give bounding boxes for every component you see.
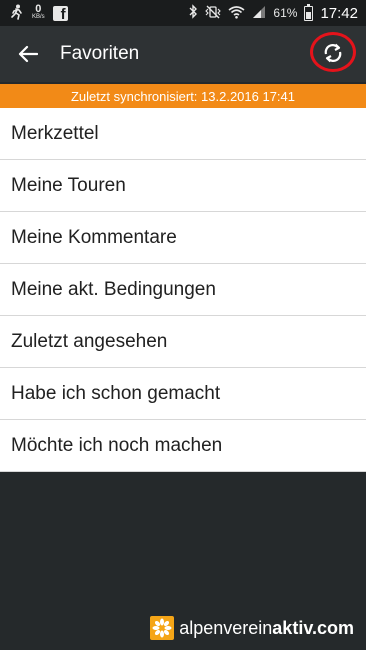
list-item-label: Habe ich schon gemacht — [11, 382, 221, 404]
network-speed: 0 KB/s — [32, 3, 45, 21]
list-item-meine-akt-bedingungen[interactable]: Meine akt. Bedingungen — [0, 264, 366, 316]
list-item-label: Merkzettel — [11, 122, 99, 144]
brand-text: alpenvereinaktiv.com — [179, 618, 354, 639]
brand-logo: alpenvereinaktiv.com — [150, 616, 354, 640]
app-bar: Favoriten — [0, 26, 366, 82]
running-icon — [10, 4, 24, 23]
bluetooth-icon — [188, 4, 198, 22]
refresh-icon — [324, 43, 342, 63]
list-item-label: Möchte ich noch machen — [11, 434, 223, 456]
sync-status-banner: Zuletzt synchronisiert: 13.2.2016 17:41 — [0, 84, 366, 108]
signal-icon — [252, 5, 266, 22]
sync-button[interactable] — [310, 30, 360, 76]
page-title: Favoriten — [60, 43, 140, 64]
list-item-meine-kommentare[interactable]: Meine Kommentare — [0, 212, 366, 264]
network-speed-unit: KB/s — [32, 14, 45, 20]
clock: 17:42 — [320, 4, 358, 22]
edelweiss-icon — [150, 616, 175, 640]
wifi-icon — [228, 5, 245, 22]
sync-status-text: Zuletzt synchronisiert: 13.2.2016 17:41 — [70, 88, 296, 104]
list-item-label: Meine akt. Bedingungen — [11, 278, 216, 300]
status-bar-right: 61% 17:42 — [188, 3, 358, 22]
status-bar: 0 KB/s f 61% 17:42 — [0, 0, 366, 26]
list-item-habe-ich-schon-gemacht[interactable]: Habe ich schon gemacht — [0, 368, 366, 420]
arrow-left-icon — [18, 45, 38, 63]
battery-icon — [304, 3, 314, 21]
back-button[interactable] — [0, 26, 56, 82]
vibrate-icon — [205, 5, 222, 22]
list-item-moechte-ich-noch-machen[interactable]: Möchte ich noch machen — [0, 420, 366, 472]
list-item-label: Zuletzt angesehen — [11, 330, 168, 352]
list-item-meine-touren[interactable]: Meine Touren — [0, 160, 366, 212]
favorites-list: Merkzettel Meine Touren Meine Kommentare… — [0, 108, 366, 472]
brand-suffix: aktiv.com — [272, 617, 354, 638]
network-speed-value: 0 — [35, 3, 42, 15]
battery-percent: 61% — [273, 6, 298, 20]
list-item-merkzettel[interactable]: Merkzettel — [0, 108, 366, 160]
facebook-icon: f — [52, 5, 68, 23]
list-item-label: Meine Kommentare — [11, 226, 177, 248]
list-item-label: Meine Touren — [11, 174, 126, 196]
brand-prefix: alpenverein — [179, 617, 273, 638]
status-bar-left: 0 KB/s f — [10, 4, 68, 23]
list-item-zuletzt-angesehen[interactable]: Zuletzt angesehen — [0, 316, 366, 368]
